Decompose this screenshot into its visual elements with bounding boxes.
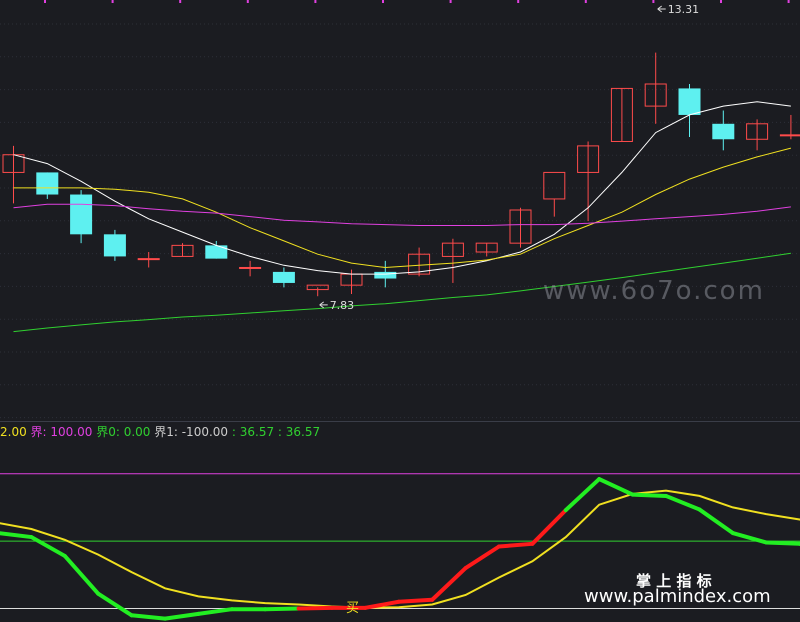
candle-body-up (137, 258, 160, 261)
annotation-label: 7.83 (330, 299, 355, 312)
candle-body-down (36, 172, 59, 195)
legend-item: 界0: 0.00 (92, 425, 151, 439)
fast-line-segment (396, 597, 435, 604)
legend-item: : 36.57 (228, 425, 275, 439)
candle-body-up (779, 134, 800, 137)
candle-body-down (678, 88, 701, 115)
top-tick-mark (517, 0, 520, 3)
fast-line-segment (497, 541, 535, 549)
buy-marker: 买 (346, 601, 359, 616)
legend-item: 界: 100.00 (26, 425, 93, 439)
top-tick-mark (787, 0, 790, 3)
fast-line-segment (263, 606, 301, 612)
top-tick-mark (111, 0, 114, 3)
candle-body-up (239, 266, 262, 269)
candle-body-down (712, 123, 735, 140)
top-tick-mark (720, 0, 722, 3)
legend-item: 界1: -100.00 (150, 425, 229, 439)
watermark-mid: www.6o7o.com (543, 276, 765, 306)
candle-body-down (103, 234, 126, 257)
top-tick-mark (246, 0, 249, 3)
top-tick-mark (449, 0, 452, 3)
candle-body-down (205, 245, 228, 259)
stock-chart: 13.31 7.83 买 (0, 0, 800, 622)
fast-line-segment (764, 540, 800, 546)
top-tick-mark (44, 0, 46, 3)
top-tick-mark (584, 0, 587, 3)
buy-marker-text: 买 (346, 601, 359, 616)
watermark-site: www.palmindex.com (584, 586, 771, 607)
top-tick-mark (179, 0, 182, 3)
candle-body-down (374, 271, 397, 279)
top-tick-mark (652, 0, 655, 3)
fast-line-segment (296, 605, 334, 611)
candle-body-down (272, 271, 295, 283)
candle-body-down (70, 194, 93, 235)
indicator-legend: 2.00 界: 100.00 界0: 0.00 界1: -100.00 : 36… (0, 423, 320, 439)
top-tick-mark (314, 0, 317, 3)
top-tick-mark (382, 0, 384, 3)
legend-item: : 36.57 (274, 425, 321, 439)
legend-item: 2.00 (0, 425, 27, 439)
fast-line-segment (630, 492, 668, 498)
annotation-label: 13.31 (668, 3, 700, 16)
